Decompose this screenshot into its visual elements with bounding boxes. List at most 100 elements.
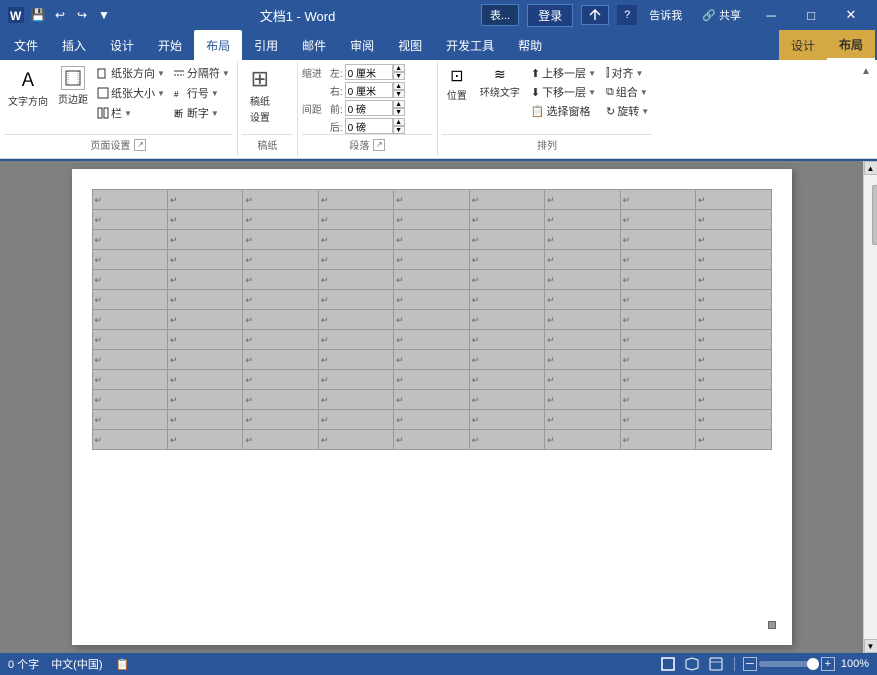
- table-cell[interactable]: ↵: [167, 250, 242, 270]
- table-cell[interactable]: ↵: [469, 390, 544, 410]
- table-cell[interactable]: ↵: [696, 330, 772, 350]
- tab-insert[interactable]: 插入: [50, 30, 98, 60]
- table-row[interactable]: ↵↵↵↵↵↵↵↵↵: [92, 370, 771, 390]
- table-cell[interactable]: ↵: [318, 290, 393, 310]
- print-layout-view-btn[interactable]: [658, 654, 678, 674]
- table-cell[interactable]: ↵: [394, 390, 469, 410]
- zoom-slider[interactable]: [759, 661, 819, 667]
- scroll-up-btn[interactable]: ▲: [864, 161, 877, 175]
- table-row[interactable]: ↵↵↵↵↵↵↵↵↵: [92, 410, 771, 430]
- orientation-btn[interactable]: 纸张方向 ▼: [94, 64, 168, 82]
- table-cell[interactable]: ↵: [167, 370, 242, 390]
- table-cell[interactable]: ↵: [92, 210, 167, 230]
- table-cell[interactable]: ↵: [243, 430, 318, 450]
- table-cell[interactable]: ↵: [620, 210, 695, 230]
- tab-file[interactable]: 文件: [2, 30, 50, 60]
- tab-design[interactable]: 设计: [98, 30, 146, 60]
- zoom-thumb[interactable]: [807, 658, 819, 670]
- table-row[interactable]: ↵↵↵↵↵↵↵↵↵: [92, 250, 771, 270]
- table-cell[interactable]: ↵: [92, 430, 167, 450]
- table-cell[interactable]: ↵: [167, 430, 242, 450]
- table-cell[interactable]: ↵: [696, 190, 772, 210]
- table-cell[interactable]: ↵: [696, 210, 772, 230]
- zoom-in-btn[interactable]: +: [821, 657, 835, 671]
- size-btn[interactable]: 纸张大小 ▼: [94, 84, 168, 102]
- table-row[interactable]: ↵↵↵↵↵↵↵↵↵: [92, 290, 771, 310]
- table-resize-handle[interactable]: [768, 621, 776, 629]
- tab-developer[interactable]: 开发工具: [434, 30, 506, 60]
- table-cell[interactable]: ↵: [545, 370, 620, 390]
- table-cell[interactable]: ↵: [620, 350, 695, 370]
- table-cell[interactable]: ↵: [243, 210, 318, 230]
- align-btn[interactable]: ⫿ 对齐 ▼: [603, 64, 652, 82]
- table-cell[interactable]: ↵: [696, 270, 772, 290]
- table-cell[interactable]: ↵: [620, 290, 695, 310]
- table-cell[interactable]: ↵: [243, 370, 318, 390]
- table-cell[interactable]: ↵: [696, 390, 772, 410]
- table-cell[interactable]: ↵: [167, 230, 242, 250]
- tab-review[interactable]: 审阅: [338, 30, 386, 60]
- table-cell[interactable]: ↵: [696, 310, 772, 330]
- scroll-down-btn[interactable]: ▼: [864, 639, 877, 653]
- macro-icon[interactable]: 📋: [115, 656, 131, 672]
- table-cell[interactable]: ↵: [620, 310, 695, 330]
- table-cell[interactable]: ↵: [394, 210, 469, 230]
- table-cell[interactable]: ↵: [469, 250, 544, 270]
- tab-view[interactable]: 视图: [386, 30, 434, 60]
- table-cell[interactable]: ↵: [167, 330, 242, 350]
- table-cell[interactable]: ↵: [696, 430, 772, 450]
- table-row[interactable]: ↵↵↵↵↵↵↵↵↵: [92, 390, 771, 410]
- wrap-text-btn[interactable]: ≋ 环绕文字: [476, 64, 524, 101]
- left-indent-up[interactable]: ▲: [393, 64, 405, 72]
- table-cell[interactable]: ↵: [243, 310, 318, 330]
- tab-help[interactable]: 帮助: [506, 30, 554, 60]
- table-cell[interactable]: ↵: [469, 370, 544, 390]
- table-cell[interactable]: ↵: [620, 430, 695, 450]
- table-cell[interactable]: ↵: [469, 270, 544, 290]
- table-cell[interactable]: ↵: [696, 250, 772, 270]
- table-cell[interactable]: ↵: [92, 370, 167, 390]
- table-cell[interactable]: ↵: [545, 230, 620, 250]
- table-cell[interactable]: ↵: [545, 310, 620, 330]
- table-cell[interactable]: ↵: [696, 370, 772, 390]
- help-icon[interactable]: ?: [617, 5, 637, 25]
- login-button[interactable]: 登录: [527, 4, 573, 27]
- table-cell[interactable]: ↵: [167, 210, 242, 230]
- paragraph-dialog-launcher[interactable]: ↗: [373, 139, 385, 151]
- save-btn[interactable]: 💾: [28, 5, 48, 25]
- table-cell[interactable]: ↵: [394, 310, 469, 330]
- table-cell[interactable]: ↵: [167, 350, 242, 370]
- table-cell[interactable]: ↵: [469, 410, 544, 430]
- table-cell[interactable]: ↵: [620, 330, 695, 350]
- scrollbar-vertical[interactable]: ▲ ▼: [863, 161, 877, 653]
- table-cell[interactable]: ↵: [243, 270, 318, 290]
- table-cell[interactable]: ↵: [394, 190, 469, 210]
- share-icon[interactable]: [581, 5, 609, 25]
- tell-me-btn[interactable]: 告诉我: [641, 5, 690, 25]
- right-indent-up[interactable]: ▲: [393, 82, 405, 90]
- table-cell[interactable]: ↵: [696, 230, 772, 250]
- table-cell[interactable]: ↵: [469, 290, 544, 310]
- maximize-btn[interactable]: □: [793, 0, 829, 30]
- table-row[interactable]: ↵↵↵↵↵↵↵↵↵: [92, 430, 771, 450]
- table-cell[interactable]: ↵: [545, 210, 620, 230]
- table-cell[interactable]: ↵: [696, 410, 772, 430]
- table-cell[interactable]: ↵: [167, 410, 242, 430]
- table-cell[interactable]: ↵: [167, 290, 242, 310]
- table-cell[interactable]: ↵: [469, 350, 544, 370]
- table-cell[interactable]: ↵: [318, 190, 393, 210]
- table-cell[interactable]: ↵: [318, 250, 393, 270]
- table-cell[interactable]: ↵: [243, 230, 318, 250]
- table-cell[interactable]: ↵: [545, 430, 620, 450]
- draft-settings-btn[interactable]: ⊞ 稿纸 设置: [242, 64, 278, 126]
- table-cell[interactable]: ↵: [243, 410, 318, 430]
- left-indent-input[interactable]: [345, 64, 393, 80]
- tab-references[interactable]: 引用: [242, 30, 290, 60]
- table-cell[interactable]: ↵: [545, 270, 620, 290]
- table-cell[interactable]: ↵: [167, 390, 242, 410]
- table-cell[interactable]: ↵: [167, 190, 242, 210]
- table-row[interactable]: ↵↵↵↵↵↵↵↵↵: [92, 190, 771, 210]
- table-cell[interactable]: ↵: [243, 390, 318, 410]
- right-indent-input[interactable]: [345, 82, 393, 98]
- minimize-btn[interactable]: ─: [753, 0, 789, 30]
